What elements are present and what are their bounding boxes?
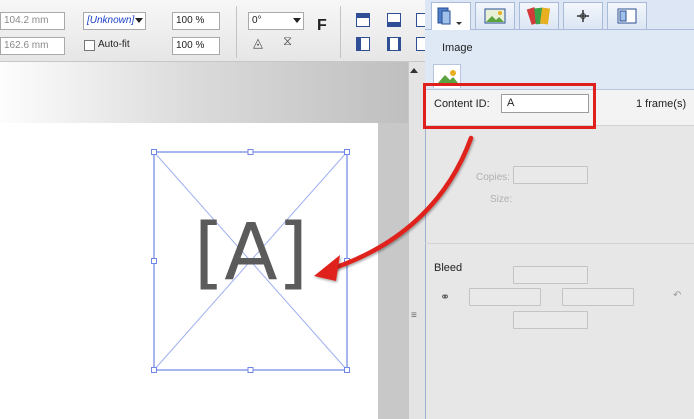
annotation-arrow (314, 135, 474, 281)
